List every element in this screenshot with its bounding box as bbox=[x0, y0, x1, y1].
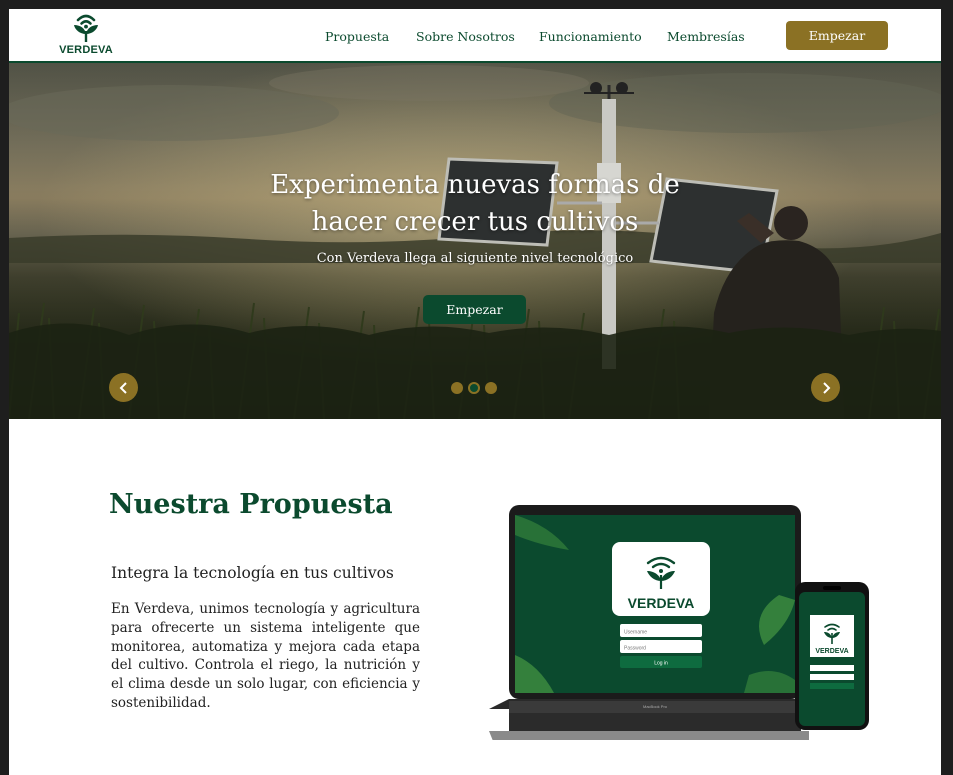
laptop-mockup-image: VERDEVA Username Password Log in MacBook… bbox=[479, 505, 821, 741]
phone-logo-text: VERDEVA bbox=[815, 648, 848, 655]
hero-title-line-2: hacer crecer tus cultivos bbox=[311, 207, 639, 237]
carousel-prev-button[interactable] bbox=[109, 373, 138, 402]
laptop-username-field: Username bbox=[624, 630, 647, 636]
hero-start-button[interactable]: Empezar bbox=[423, 295, 526, 324]
hero-background-image bbox=[9, 63, 941, 419]
nav-link-propuesta[interactable]: Propuesta bbox=[325, 29, 389, 44]
section-title: Nuestra Propuesta bbox=[109, 489, 393, 520]
laptop-password-field: Password bbox=[624, 646, 646, 652]
carousel-dot-2[interactable] bbox=[468, 382, 480, 394]
laptop-login-button: Log in bbox=[654, 661, 668, 667]
phone-mockup-image: VERDEVA bbox=[795, 582, 869, 730]
nav-link-sobre-nosotros[interactable]: Sobre Nosotros bbox=[416, 29, 515, 44]
carousel-dot-1[interactable] bbox=[451, 382, 463, 394]
carousel-indicators bbox=[451, 382, 511, 396]
chevron-right-icon bbox=[822, 381, 830, 394]
hero-title-line-1: Experimenta nuevas formas de bbox=[270, 170, 680, 200]
hero-carousel: Experimenta nuevas formas de hacer crece… bbox=[9, 63, 941, 419]
hero-title: Experimenta nuevas formas de hacer crece… bbox=[9, 167, 941, 241]
laptop-model-label: MacBook Pro bbox=[643, 704, 668, 709]
header-start-button[interactable]: Empezar bbox=[786, 21, 888, 50]
laptop-logo-text: VERDEVA bbox=[628, 595, 695, 611]
page: VERDEVA Propuesta Sobre Nosotros Funcion… bbox=[9, 9, 941, 775]
chevron-left-icon bbox=[119, 381, 127, 394]
carousel-next-button[interactable] bbox=[811, 373, 840, 402]
carousel-dot-3[interactable] bbox=[485, 382, 497, 394]
section-subtitle: Integra la tecnología en tus cultivos bbox=[111, 564, 394, 582]
hero-subtitle: Con Verdeva llega al siguiente nivel tec… bbox=[316, 251, 634, 266]
nav-link-funcionamiento[interactable]: Funcionamiento bbox=[539, 29, 642, 44]
section-body-text: En Verdeva, unimos tecnología y agricult… bbox=[111, 601, 420, 711]
nav-link-membresias[interactable]: Membresías bbox=[667, 29, 745, 44]
top-navbar: VERDEVA Propuesta Sobre Nosotros Funcion… bbox=[9, 9, 941, 63]
